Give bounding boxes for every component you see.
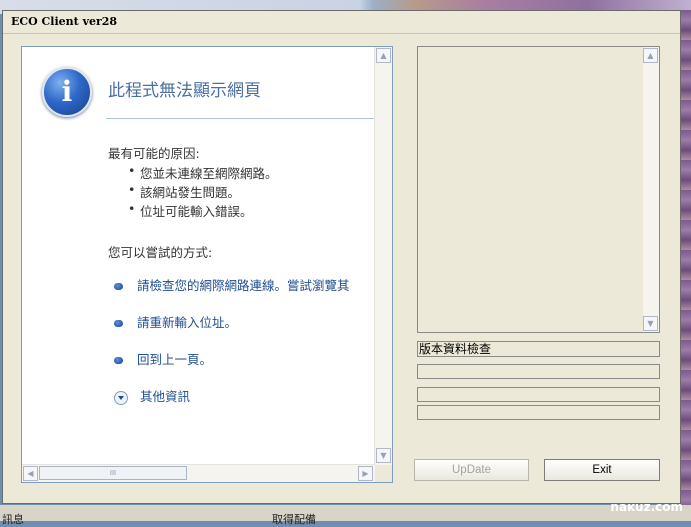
listbox-scrollbar[interactable]: ▲ ▼ <box>643 47 659 332</box>
window-title: ECO Client ver28 <box>11 15 118 28</box>
desktop-text-mid: 取得配備 <box>272 513 316 526</box>
desktop-text-left: 訊息 <box>2 513 24 526</box>
bullet-icon <box>114 283 123 290</box>
suggestion-text: 請檢查您的網際網路連線。嘗試瀏覽其 <box>137 278 350 293</box>
suggestion-text: 回到上一頁。 <box>137 352 213 367</box>
chevron-down-icon[interactable]: ▼ <box>376 448 391 463</box>
expand-icon <box>114 390 128 405</box>
scroll-thumb[interactable]: III <box>39 466 187 480</box>
more-info-text: 其他資訊 <box>140 389 191 404</box>
bullet-icon <box>114 320 123 327</box>
progress-bar <box>417 405 660 420</box>
exit-button[interactable]: Exit <box>544 459 660 481</box>
browser-pane[interactable]: i 此程式無法顯示網頁 最有可能的原因: 您並未連線至網際網路。 該網站發生問題… <box>21 46 393 483</box>
info-listbox[interactable]: ▲ ▼ <box>417 46 660 333</box>
divider <box>106 118 375 119</box>
title-bar[interactable]: ECO Client ver28 <box>3 11 680 34</box>
error-page: i 此程式無法顯示網頁 最有可能的原因: 您並未連線至網際網路。 該網站發生問題… <box>22 47 375 465</box>
suggestion-go-back-link[interactable]: 回到上一頁。 <box>114 349 375 368</box>
suggestion-text: 請重新輸入位址。 <box>137 315 238 330</box>
reason-item: 位址可能輸入錯誤。 <box>128 201 252 220</box>
reasons-label: 最有可能的原因: <box>108 146 200 161</box>
update-button[interactable]: UpDate <box>414 459 529 481</box>
chevron-right-icon[interactable]: ▶ <box>358 466 373 481</box>
suggestion-retype-address[interactable]: 請重新輸入位址。 <box>114 312 375 331</box>
reason-item: 您並未連線至網際網路。 <box>128 163 277 182</box>
page-title: 此程式無法顯示網頁 <box>108 81 261 101</box>
chevron-left-icon[interactable]: ◀ <box>23 466 38 481</box>
status-text: 版本資料檢查 <box>417 341 660 357</box>
suggestion-check-connection[interactable]: 請檢查您的網際網路連線。嘗試瀏覽其 <box>114 275 375 294</box>
bullet-icon <box>114 357 123 364</box>
chevron-up-icon[interactable]: ▲ <box>643 48 658 63</box>
reason-item: 該網站發生問題。 <box>128 182 240 201</box>
info-icon: i <box>42 67 92 117</box>
scroll-corner <box>375 465 392 482</box>
try-label: 您可以嘗試的方式: <box>108 245 213 260</box>
chevron-up-icon[interactable]: ▲ <box>376 48 391 63</box>
chevron-down-icon[interactable]: ▼ <box>643 316 658 331</box>
progress-bar <box>417 364 660 379</box>
launcher-window: ECO Client ver28 i 此程式無法顯示網頁 最有可能的原因: 您並… <box>2 10 681 504</box>
vertical-scrollbar[interactable]: ▲ ▼ <box>374 47 392 465</box>
desktop-background-bottom: 訊息 取得配備 <box>0 505 691 526</box>
horizontal-scrollbar[interactable]: ◀ III ▶ <box>22 464 375 482</box>
progress-bar <box>417 387 660 402</box>
more-info-link[interactable]: 其他資訊 <box>114 386 375 405</box>
